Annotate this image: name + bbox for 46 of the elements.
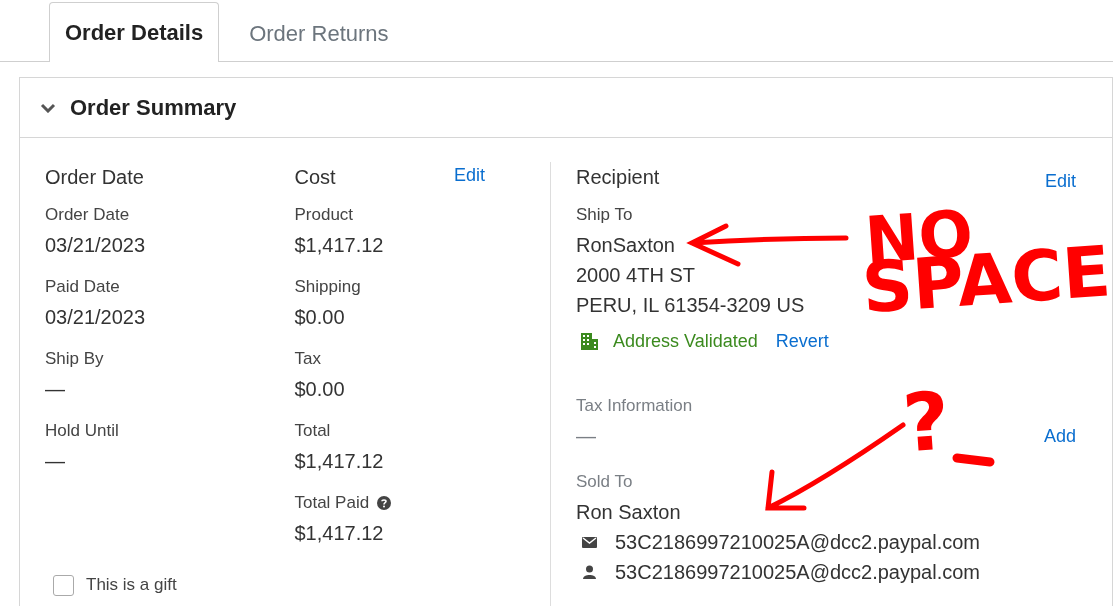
gift-checkbox[interactable] — [53, 574, 74, 596]
field-label: Tax — [294, 348, 321, 370]
field-value: 03/21/2023 — [45, 305, 147, 330]
checkbox-label: This is a gift — [86, 574, 177, 596]
field-label: Ship By — [45, 348, 104, 370]
field-value: — — [45, 449, 66, 474]
section-heading: Cost — [294, 165, 336, 190]
section-heading: Order Date — [45, 165, 144, 190]
field-label: Order Date — [45, 204, 130, 226]
edit-link[interactable]: Edit — [1044, 162, 1076, 200]
field-value: — — [576, 424, 596, 449]
field-label: Ship To — [576, 204, 634, 226]
section-heading: Recipient — [576, 165, 660, 190]
field-value: — — [45, 377, 66, 402]
edit-link[interactable]: Edit — [453, 162, 485, 189]
tab[interactable]: Order Returns — [233, 3, 405, 62]
revert-link[interactable]: Revert — [775, 328, 829, 355]
contact-text: 53C2186997210025A@dcc2.paypal.com — [615, 560, 980, 585]
annotation-mark — [952, 453, 995, 467]
add-link[interactable]: Add — [1043, 422, 1076, 450]
field-value: 03/21/2023 — [45, 233, 147, 258]
envelope-icon — [582, 535, 597, 549]
field-value: $1,417.12 — [294, 233, 385, 258]
address-line: PERU, IL 61354-3209 US — [576, 293, 805, 318]
field-label: Paid Date — [45, 276, 120, 298]
field-value: $0.00 — [294, 305, 346, 330]
annotation-text: ? — [900, 381, 953, 465]
panel-title: Order Summary — [70, 94, 237, 122]
field-value: $1,417.12 — [294, 521, 385, 546]
field-label: Sold To — [576, 471, 634, 493]
address-line: 2000 4TH ST — [576, 263, 695, 288]
field-label: Shipping — [294, 276, 361, 298]
field-label: Total — [294, 420, 331, 442]
help-icon[interactable] — [377, 496, 392, 510]
person-icon — [582, 565, 597, 579]
field-value: $0.00 — [294, 377, 346, 402]
contact-text: 53C2186997210025A@dcc2.paypal.com — [615, 530, 980, 555]
chevron-down-icon[interactable] — [40, 102, 56, 113]
field-label: Hold Until — [45, 420, 119, 442]
tab[interactable]: Order Details — [49, 2, 220, 62]
customer-name: Ron Saxton — [576, 500, 682, 525]
validation-status: Address Validated — [613, 330, 758, 353]
field-label: Product — [294, 204, 354, 226]
field-label: Total Paid — [294, 492, 370, 514]
field-value: $1,417.12 — [294, 449, 385, 474]
address-line: RonSaxton — [576, 233, 675, 258]
